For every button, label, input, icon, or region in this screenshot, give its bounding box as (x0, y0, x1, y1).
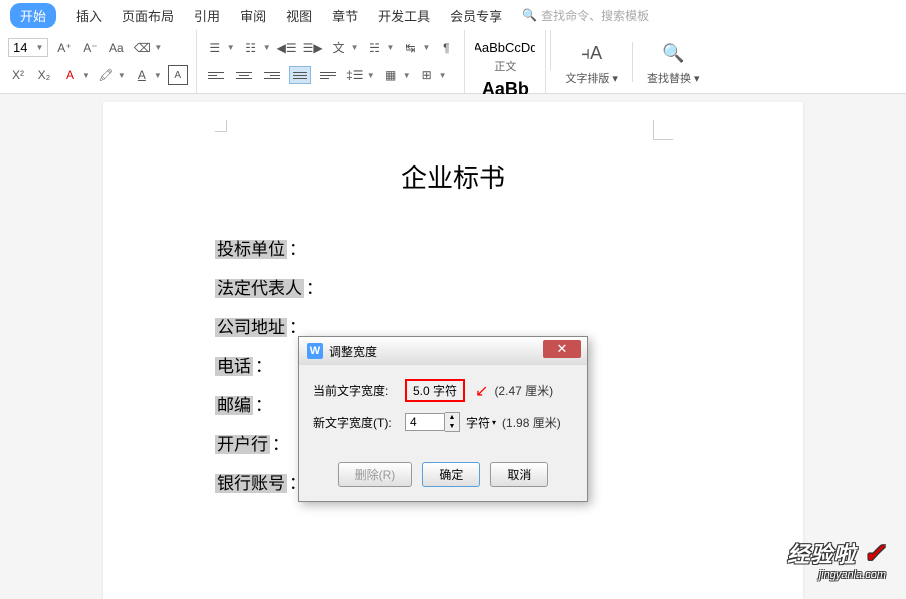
search-placeholder: 查找命令、搜索模板 (541, 7, 649, 24)
font-name-icon[interactable]: A (132, 65, 152, 85)
menu-review[interactable]: 审阅 (240, 6, 266, 25)
doc-line: 法定代表人： (215, 274, 691, 299)
watermark-url: jingyanla.com (787, 569, 886, 581)
document-title: 企业标书 (215, 158, 691, 195)
magnifier-icon: 🔍 (647, 38, 700, 70)
subscript-icon[interactable]: X₂ (34, 65, 54, 85)
margin-marker (215, 120, 227, 132)
chevron-down-icon: ▼ (82, 71, 90, 80)
delete-button[interactable]: 删除(R) (338, 462, 413, 487)
menu-reference[interactable]: 引用 (194, 6, 220, 25)
unit-dropdown[interactable]: 字符▾ (466, 414, 496, 431)
align-left-icon[interactable] (205, 66, 227, 84)
new-width-row: 新文字宽度(T): ▲ ▼ 字符▾ (1.98 厘米) (313, 412, 573, 432)
decrease-indent-icon[interactable]: ◀☰ (277, 38, 297, 58)
adjust-width-dialog: W 调整宽度 ✕ 当前文字宽度: 5.0 字符 ↙ (2.47 厘米) 新文字宽… (298, 336, 588, 502)
cancel-button[interactable]: 取消 (490, 462, 548, 487)
clear-format-icon[interactable]: ⌫ (132, 38, 152, 58)
menu-vip[interactable]: 会员专享 (450, 6, 502, 25)
ribbon-toolbar: 14 ▼ A⁺ A⁻ Aa ⌫ ▼ X² X₂ A ▼ 🖍 ▼ A ▼ A ☰▼… (0, 30, 906, 94)
increase-indent-icon[interactable]: ☰▶ (303, 38, 323, 58)
command-search[interactable]: 🔍 查找命令、搜索模板 (522, 7, 649, 24)
align-distribute-icon[interactable] (317, 66, 339, 84)
find-replace-label: 查找替换 ▾ (647, 70, 700, 86)
superscript-icon[interactable]: X² (8, 65, 28, 85)
increase-font-icon[interactable]: A⁺ (54, 38, 74, 58)
new-width-label: 新文字宽度(T): (313, 414, 405, 431)
new-width-input[interactable] (405, 413, 445, 431)
app-icon: W (307, 343, 323, 359)
chevron-down-icon: ▼ (154, 43, 162, 52)
spinner-down-icon[interactable]: ▼ (445, 422, 459, 431)
shading-icon[interactable]: ▦ (381, 65, 401, 85)
align-right-icon[interactable] (261, 66, 283, 84)
font-color-icon[interactable]: A (60, 65, 80, 85)
font-size-selector[interactable]: 14 ▼ (8, 38, 48, 57)
text-layout-button[interactable]: ⫞A 文字排版 ▾ (555, 34, 628, 90)
text-layout-label: 文字排版 ▾ (565, 70, 618, 86)
highlight-icon[interactable]: 🖍 (96, 65, 116, 85)
styles-section: AaBbCcDd 正文 AaBb 标题 1 AaBb( 标题 2 AaBbC 标… (465, 30, 546, 93)
style-preview: AaBbCcDd (475, 36, 535, 58)
decrease-font-icon[interactable]: A⁻ (80, 38, 100, 58)
new-width-cm: (1.98 厘米) (502, 414, 561, 431)
bullet-list-icon[interactable]: ☰ (205, 38, 225, 58)
chevron-down-icon: ▼ (35, 43, 43, 52)
watermark-text: 经验啦 ✓ (787, 537, 886, 569)
doc-line: 投标单位： (215, 235, 691, 260)
right-tools: ⫞A 文字排版 ▾ 🔍 查找替换 ▾ (555, 30, 709, 93)
dialog-buttons: 删除(R) 确定 取消 (299, 456, 587, 501)
current-width-label: 当前文字宽度: (313, 382, 405, 399)
style-normal[interactable]: AaBbCcDd 正文 (473, 34, 537, 76)
char-border-icon[interactable]: A (168, 65, 188, 85)
font-size-value: 14 (13, 40, 27, 55)
current-width-cm: (2.47 厘米) (494, 382, 553, 399)
show-marks-icon[interactable]: ¶ (436, 38, 456, 58)
change-case-icon[interactable]: Aa (106, 38, 126, 58)
chevron-down-icon: ▼ (118, 71, 126, 80)
menu-page-layout[interactable]: 页面布局 (122, 6, 174, 25)
watermark: 经验啦 ✓ jingyanla.com (787, 537, 886, 581)
dialog-titlebar[interactable]: W 调整宽度 ✕ (299, 337, 587, 365)
paragraph-section: ☰▼ ☷▼ ◀☰ ☰▶ 文▼ ☵▼ ↹▼ ¶ ‡☰▼ ▦▼ ⊞▼ (197, 30, 466, 93)
font-section: 14 ▼ A⁺ A⁻ Aa ⌫ ▼ X² X₂ A ▼ 🖍 ▼ A ▼ A (0, 30, 197, 93)
style-label: 正文 (475, 58, 535, 74)
arrow-icon: ↙ (475, 381, 488, 401)
check-icon: ✓ (863, 538, 886, 568)
menu-chapter[interactable]: 章节 (332, 6, 358, 25)
line-spacing-icon[interactable]: ‡☰ (345, 65, 365, 85)
text-direction-icon[interactable]: 文 (329, 38, 349, 58)
spinner-up-icon[interactable]: ▲ (445, 413, 459, 422)
find-replace-button[interactable]: 🔍 查找替换 ▾ (637, 34, 710, 90)
align-justify-icon[interactable] (289, 66, 311, 84)
align-center-icon[interactable] (233, 66, 255, 84)
close-icon[interactable]: ✕ (543, 340, 581, 358)
current-width-value: 5.0 字符 (405, 379, 465, 402)
menu-insert[interactable]: 插入 (76, 6, 102, 25)
current-width-row: 当前文字宽度: 5.0 字符 ↙ (2.47 厘米) (313, 379, 573, 402)
dialog-title-text: 调整宽度 (329, 343, 377, 360)
ok-button[interactable]: 确定 (422, 462, 480, 487)
border-icon[interactable]: ⊞ (417, 65, 437, 85)
text-layout-icon: ⫞A (565, 38, 618, 70)
sort-icon[interactable]: ☵ (365, 38, 385, 58)
menu-view[interactable]: 视图 (286, 6, 312, 25)
chevron-down-icon: ▼ (154, 71, 162, 80)
number-list-icon[interactable]: ☷ (241, 38, 261, 58)
margin-marker (653, 120, 673, 140)
dialog-body: 当前文字宽度: 5.0 字符 ↙ (2.47 厘米) 新文字宽度(T): ▲ ▼… (299, 365, 587, 456)
search-icon: 🔍 (522, 8, 537, 22)
spinner-buttons: ▲ ▼ (445, 412, 460, 432)
doc-line: 公司地址： (215, 313, 691, 338)
menu-dev-tools[interactable]: 开发工具 (378, 6, 430, 25)
tab-icon[interactable]: ↹ (400, 38, 420, 58)
menu-start[interactable]: 开始 (10, 3, 56, 28)
menu-bar: 开始 插入 页面布局 引用 审阅 视图 章节 开发工具 会员专享 🔍 查找命令、… (0, 0, 906, 30)
